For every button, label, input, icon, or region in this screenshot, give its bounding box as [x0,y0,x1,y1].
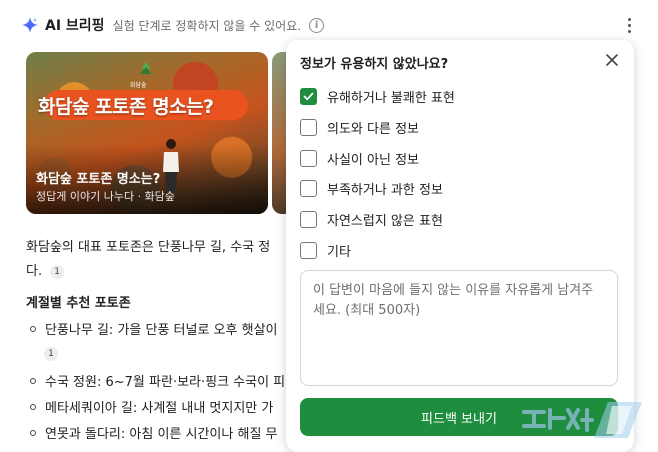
feedback-option-unnatural[interactable]: 자연스럽지 않은 표현 [300,209,443,229]
option-label: 유해하거나 불쾌한 표현 [327,90,455,106]
option-label: 부족하거나 과한 정보 [327,182,443,198]
checkbox[interactable] [300,118,317,136]
bullet-icon [30,377,36,384]
list-item: 단풍나무 길: 가을 단풍 터널로 오후 햇살이 [30,319,278,338]
list-item-text: 단풍나무 길: 가을 단풍 터널로 오후 햇살이 [45,323,278,338]
intro-text-line-1: 화담숲의 대표 포토존은 단풍나무 길, 수국 정 [26,240,271,255]
feedback-title: 정보가 유용하지 않았나요? [300,57,449,72]
list-item: 연못과 돌다리: 아침 이른 시간이나 해질 무 [30,423,278,442]
feedback-option-unintended[interactable]: 의도와 다른 정보 [300,117,419,137]
section-title: 계절별 추천 포토존 [26,296,131,311]
feedback-option-harmful[interactable]: 유해하거나 불쾌한 표현 [300,86,455,106]
option-label: 의도와 다른 정보 [327,121,419,137]
check-icon [303,92,314,100]
list-item-text: 메타세쿼이아 길: 사계절 내내 멋지지만 가 [45,401,274,416]
info-icon[interactable]: i [309,17,325,33]
checkbox[interactable] [300,241,317,259]
card-banner-text: 화담숲 포토존 명소는? [38,96,214,118]
intro-text-line-2: 다. 1 [26,260,65,279]
feedback-comment-field[interactable] [300,270,618,386]
list-item-text: 수국 정원: 6~7월 파란·보라·핑크 수국이 피 [45,375,286,390]
more-vert-icon[interactable] [624,16,634,34]
bullet-icon [30,325,36,332]
feedback-panel: 정보가 유용하지 않았나요? 유해하거나 불쾌한 표현 의도와 다른 정보 사실… [286,40,634,452]
citation-badge[interactable]: 1 [50,264,65,279]
list-item-citation: 1 [44,343,58,362]
card-subcaption: 정답게 이야기 나누다 · 화담숲 [36,190,175,203]
list-item-text: 연못과 돌다리: 아침 이른 시간이나 해질 무 [45,427,278,442]
option-label: 자연스럽지 않은 표현 [327,213,443,229]
close-icon[interactable] [604,52,620,68]
hwadam-logo-icon [140,62,152,74]
ai-briefing-title: AI 브리핑 [45,18,105,34]
card-caption: 화담숲 포토존 명소는? [36,172,161,187]
citation-badge[interactable]: 1 [44,346,58,361]
ai-spark-icon [22,17,38,33]
bullet-icon [30,429,36,436]
checkbox[interactable] [300,149,317,167]
checkbox[interactable] [300,210,317,228]
feedback-option-other[interactable]: 기타 [300,240,351,260]
experimental-notice: 실험 단계로 정확하지 않을 수 있어요. [112,18,302,33]
feedback-option-length[interactable]: 부족하거나 과한 정보 [300,178,443,198]
feedback-option-inaccurate[interactable]: 사실이 아닌 정보 [300,148,419,168]
option-label: 사실이 아닌 정보 [327,152,419,168]
checkbox-checked[interactable] [300,87,317,105]
list-item: 수국 정원: 6~7월 파란·보라·핑크 수국이 피 [30,371,285,390]
checkbox[interactable] [300,179,317,197]
card-logo-text: 화담숲 [130,82,147,89]
intro-text-end: 다. [26,264,43,279]
news1-watermark-logo [522,402,642,438]
option-label: 기타 [327,244,351,260]
list-item: 메타세쿼이아 길: 사계절 내내 멋지지만 가 [30,397,273,416]
person-figure [163,139,179,192]
bullet-icon [30,403,36,410]
ai-briefing-header: AI 브리핑 실험 단계로 정확하지 않을 수 있어요. i [22,14,642,36]
